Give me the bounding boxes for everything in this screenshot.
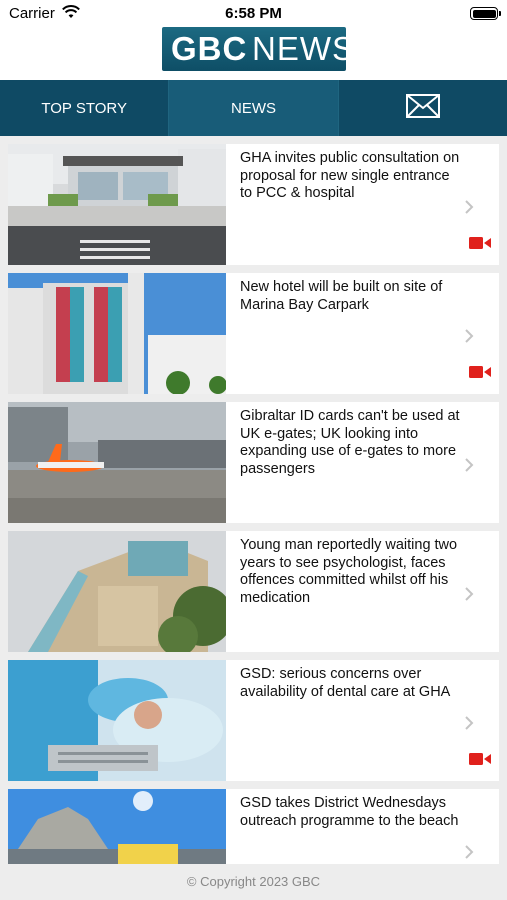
gbc-news-logo: GBC NEWS — [162, 27, 354, 71]
chevron-right-icon — [464, 457, 474, 473]
article-card[interactable]: New hotel will be built on site of Marin… — [8, 273, 499, 394]
tab-top-story[interactable]: TOP STORY — [0, 80, 170, 136]
article-thumbnail — [8, 273, 226, 394]
article-card[interactable]: GHA invites public consultation on propo… — [8, 144, 499, 265]
article-title: GSD: serious concerns over availability … — [240, 666, 451, 700]
status-time: 6:58 PM — [225, 5, 282, 22]
article-title: GHA invites public consultation on propo… — [240, 150, 460, 201]
tab-bar: TOP STORY NEWS — [0, 80, 507, 136]
article-thumbnail — [8, 789, 226, 864]
chevron-right-icon — [464, 844, 474, 860]
news-feed[interactable]: GHA invites public consultation on propo… — [0, 136, 507, 864]
video-camera-icon — [469, 365, 491, 379]
tab-contact[interactable] — [339, 80, 507, 136]
article-title: Gibraltar ID cards can't be used at UK e… — [240, 408, 460, 477]
article-card[interactable]: GSD takes District Wednesdays outreach p… — [8, 789, 499, 864]
article-thumbnail — [8, 660, 226, 781]
article-card[interactable]: Gibraltar ID cards can't be used at UK e… — [8, 402, 499, 523]
app-header: GBC NEWS — [0, 26, 507, 80]
article-title: GSD takes District Wednesdays outreach p… — [240, 795, 459, 829]
article-thumbnail — [8, 531, 226, 652]
article-title: Young man reportedly waiting two years t… — [240, 537, 458, 606]
article-thumbnail — [8, 144, 226, 265]
footer-copyright: © Copyright 2023 GBC — [0, 864, 507, 900]
logo-news-text: NEWS — [252, 30, 355, 67]
status-bar: Carrier 6:58 PM — [0, 0, 507, 26]
logo-gbc-text: GBC — [171, 30, 248, 67]
article-card[interactable]: GSD: serious concerns over availability … — [8, 660, 499, 781]
video-camera-icon — [469, 236, 491, 250]
video-camera-icon — [469, 752, 491, 766]
mail-icon — [405, 94, 440, 122]
chevron-right-icon — [464, 715, 474, 731]
battery-icon — [470, 7, 501, 20]
chevron-right-icon — [464, 328, 474, 344]
article-card[interactable]: Young man reportedly waiting two years t… — [8, 531, 499, 652]
chevron-right-icon — [464, 586, 474, 602]
tab-news[interactable]: NEWS — [169, 80, 339, 136]
article-thumbnail — [8, 402, 226, 523]
article-title: New hotel will be built on site of Marin… — [240, 279, 443, 313]
chevron-right-icon — [464, 199, 474, 215]
